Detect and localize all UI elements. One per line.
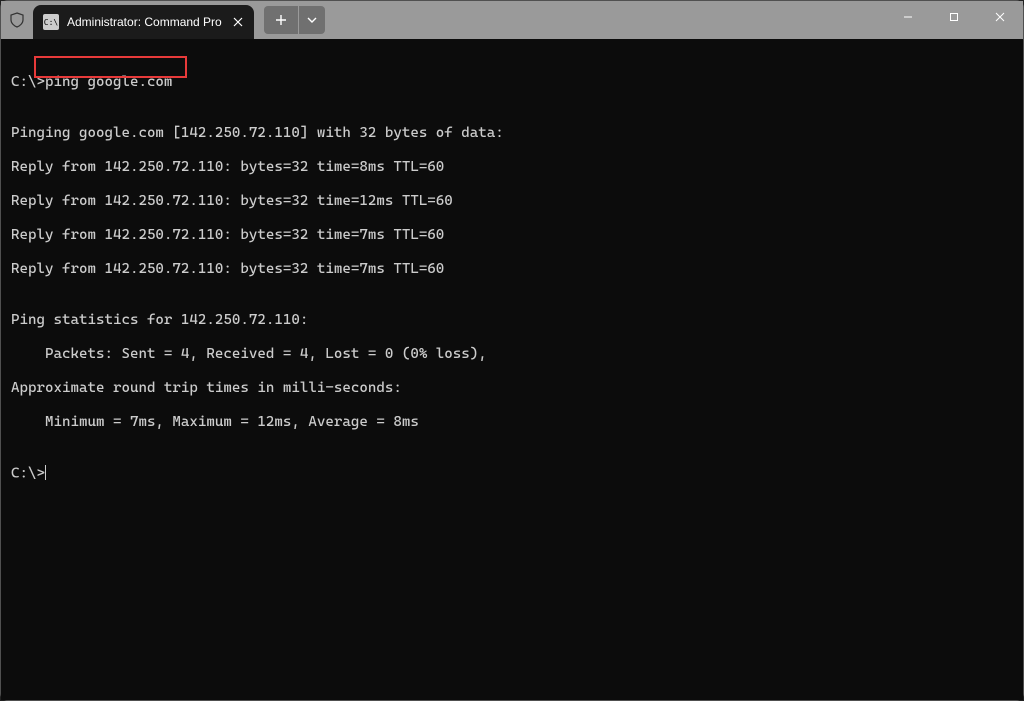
tab-dropdown-button[interactable] [299,6,325,34]
command-text: ping google.com [45,74,172,90]
titlebar: C:\ Administrator: Command Pro [1,1,1023,39]
output-line: Reply from 142.250.72.110: bytes=32 time… [11,159,1013,176]
output-line: Reply from 142.250.72.110: bytes=32 time… [11,261,1013,278]
output-line: Minimum = 7ms, Maximum = 12ms, Average =… [11,414,1013,431]
prompt: C:\> [11,74,45,90]
terminal-output[interactable]: C:\>ping google.com Pinging google.com [… [1,39,1023,700]
window-controls [885,1,1023,33]
cmd-icon: C:\ [43,14,59,30]
tab-area: C:\ Administrator: Command Pro [1,1,325,39]
prompt-line: C:\> [11,465,1013,482]
tab-command-prompt[interactable]: C:\ Administrator: Command Pro [33,5,254,39]
output-line: Reply from 142.250.72.110: bytes=32 time… [11,227,1013,244]
close-window-button[interactable] [977,1,1023,33]
prompt: C:\> [11,465,45,481]
tab-title: Administrator: Command Pro [67,15,222,29]
cursor [45,465,46,480]
output-line: Packets: Sent = 4, Received = 4, Lost = … [11,346,1013,363]
close-tab-button[interactable] [230,14,246,30]
shield-icon [1,1,33,39]
output-line: Pinging google.com [142.250.72.110] with… [11,125,1013,142]
output-line: Reply from 142.250.72.110: bytes=32 time… [11,193,1013,210]
new-tab-button[interactable] [264,6,298,34]
output-line: Ping statistics for 142.250.72.110: [11,312,1013,329]
output-line: Approximate round trip times in milli-se… [11,380,1013,397]
maximize-button[interactable] [931,1,977,33]
minimize-button[interactable] [885,1,931,33]
prompt-line: C:\>ping google.com [11,74,1013,91]
